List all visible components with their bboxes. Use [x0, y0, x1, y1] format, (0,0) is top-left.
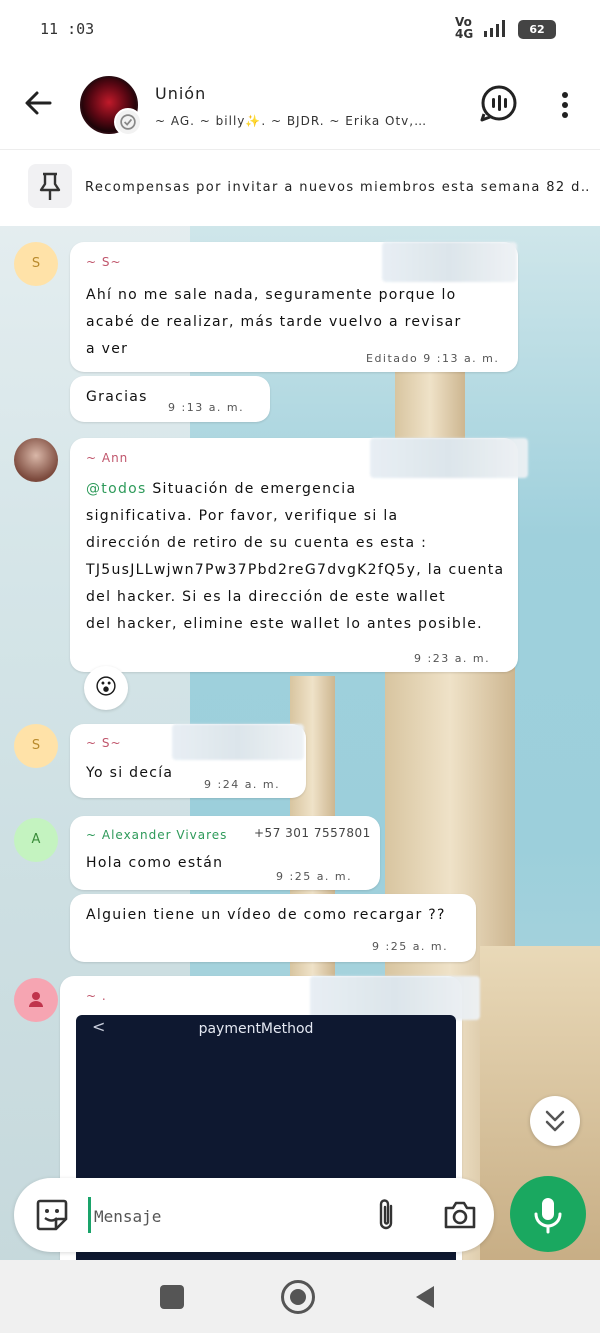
text-caret — [88, 1197, 91, 1233]
mention-link[interactable]: @todos — [86, 481, 147, 497]
message-text: Ahí no me sale nada, seguramente porque … — [86, 287, 462, 357]
camera-icon[interactable] — [442, 1198, 478, 1232]
image-title: paymentMethod — [198, 1021, 314, 1037]
message-bubble[interactable]: Alguien tiene un vídeo de como recargar … — [70, 894, 476, 962]
message-time: 9 :23 a. m. — [414, 652, 491, 665]
message-time: 9 :24 a. m. — [204, 778, 281, 791]
nav-back-icon[interactable] — [410, 1282, 440, 1312]
message-time: 9 :13 a. m. — [168, 401, 245, 414]
mic-icon — [534, 1198, 562, 1234]
signal-icon — [484, 20, 505, 37]
home-button[interactable] — [281, 1280, 315, 1314]
more-vert-icon[interactable] — [555, 90, 575, 120]
scroll-down-button[interactable] — [530, 1096, 580, 1146]
community-badge-icon — [114, 108, 142, 136]
paperclip-icon[interactable] — [369, 1196, 403, 1234]
voice-chat-icon[interactable] — [480, 84, 518, 122]
sticker-icon[interactable] — [32, 1195, 72, 1235]
message-bubble[interactable]: ~ Ann @todos Situación de emergencia sig… — [70, 438, 528, 672]
message-bubble[interactable]: ~ Alexander Vivares +57 301 7557801 Hola… — [70, 816, 380, 890]
network-indicator: Vo 4G — [455, 15, 474, 41]
recents-button[interactable] — [160, 1285, 184, 1309]
message-time: Editado 9 :13 a. m. — [366, 352, 500, 365]
message-composer — [14, 1178, 494, 1252]
sender-name[interactable]: ~ Ann — [86, 451, 128, 465]
avatar[interactable]: S — [14, 724, 58, 768]
sender-name[interactable]: ~ Alexander Vivares — [86, 828, 227, 842]
sender-phone: +57 301 7557801 — [254, 826, 371, 840]
person-icon — [29, 992, 43, 1007]
message-time: 9 :25 a. m. — [372, 940, 449, 953]
mic-button[interactable] — [510, 1176, 586, 1252]
message-input[interactable] — [94, 1200, 354, 1232]
pin-icon — [28, 164, 72, 208]
message-text: Hola como están — [86, 855, 224, 871]
redacted-area — [370, 438, 528, 478]
message-bubble[interactable]: ~ S~ Ahí no me sale nada, seguramente po… — [70, 242, 518, 372]
battery-indicator: 62 — [518, 20, 556, 39]
group-title[interactable]: Unión — [155, 84, 206, 103]
group-members[interactable]: ~ AG. ~ billy✨. ~ BJDR. ~ Erika Otv,… — [155, 114, 465, 128]
redacted-area — [382, 242, 517, 282]
reaction-emoji[interactable]: 😮 — [84, 666, 128, 710]
message-time: 9 :25 a. m. — [276, 870, 353, 883]
avatar[interactable]: S — [14, 242, 58, 286]
pinned-message-bar[interactable]: Recompensas por invitar a nuevos miembro… — [0, 150, 600, 226]
sender-name[interactable]: ~ . — [86, 989, 107, 1003]
message-text: @todos Situación de emergencia significa… — [86, 481, 505, 632]
chat-messages[interactable]: S ~ S~ Ahí no me sale nada, seguramente … — [0, 226, 600, 1260]
avatar[interactable] — [14, 438, 58, 482]
redacted-area — [310, 976, 480, 1020]
message-text: Gracias — [86, 389, 148, 405]
status-time: 11 :03 — [40, 20, 95, 38]
message-bubble[interactable]: ~ S~ Yo si decía 9 :24 a. m. — [70, 724, 306, 798]
sender-name[interactable]: ~ S~ — [86, 255, 122, 269]
chat-header: Unión ~ AG. ~ billy✨. ~ BJDR. ~ Erika Ot… — [0, 60, 600, 150]
message-text: Alguien tiene un vídeo de como recargar … — [86, 907, 446, 923]
double-chevron-down-icon — [545, 1110, 565, 1132]
message-text: Yo si decía — [86, 765, 174, 781]
avatar[interactable]: A — [14, 818, 58, 862]
status-bar: 11 :03 Vo 4G 62 — [0, 0, 600, 60]
arrow-left-icon[interactable] — [20, 85, 56, 121]
system-nav-bar — [0, 1260, 600, 1333]
message-bubble[interactable]: Gracias 9 :13 a. m. — [70, 376, 270, 422]
avatar[interactable] — [14, 978, 58, 1022]
redacted-area — [172, 724, 304, 760]
pinned-text: Recompensas por invitar a nuevos miembro… — [85, 180, 590, 195]
sender-name[interactable]: ~ S~ — [86, 736, 122, 750]
